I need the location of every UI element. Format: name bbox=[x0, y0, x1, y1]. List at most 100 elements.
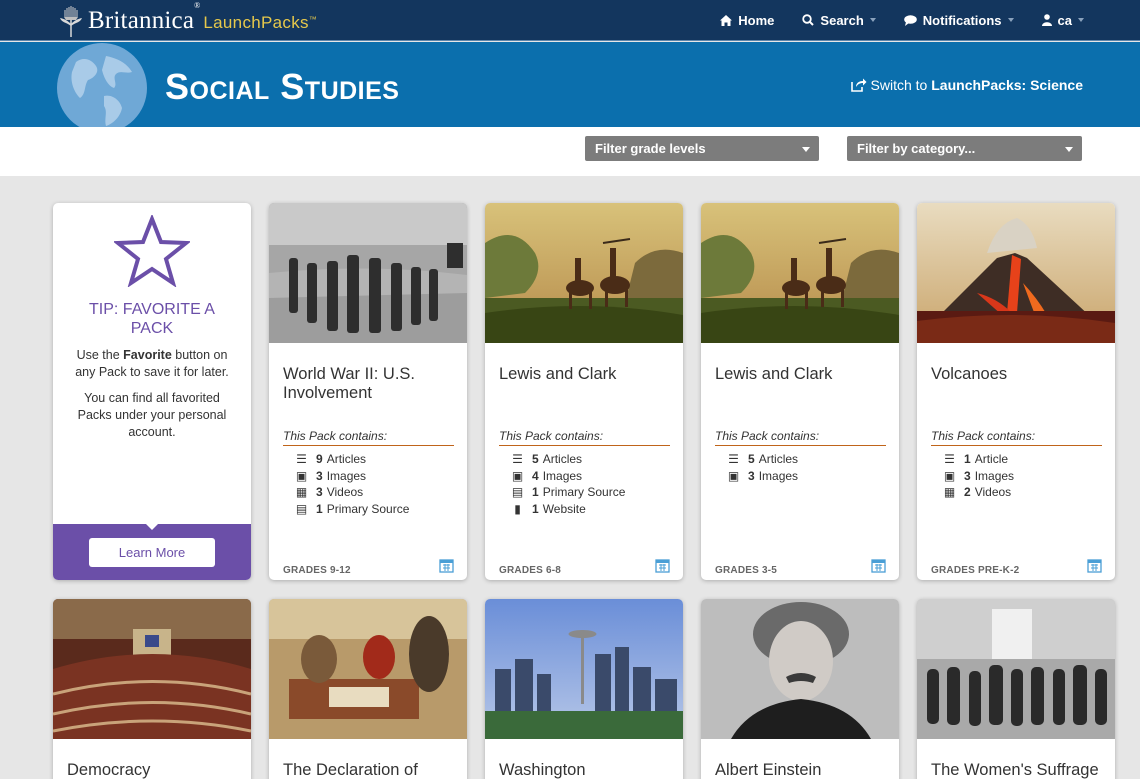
pack-title: Volcanoes bbox=[931, 365, 1008, 383]
user-icon bbox=[1041, 14, 1052, 26]
tip-title: TIP: FAVORITE A PACK bbox=[89, 301, 215, 337]
list-icon: ☰ bbox=[944, 452, 955, 466]
pack-title: Washington bbox=[499, 761, 586, 779]
pack-card-einstein[interactable]: Albert Einstein bbox=[701, 599, 899, 779]
pack-title: World War II: U.S. Involvement bbox=[283, 365, 416, 402]
nav-links: Home Search Notifications ca bbox=[692, 0, 1084, 40]
list-item: ☰ 9 Articles bbox=[296, 452, 367, 466]
image-icon: ▣ bbox=[295, 468, 308, 483]
tip-footer: Learn More bbox=[53, 524, 251, 580]
nav-search[interactable]: Search bbox=[802, 12, 876, 28]
nav-notifications-label: Notifications bbox=[922, 12, 1002, 28]
list-icon: ☰ bbox=[296, 452, 307, 466]
pack-card-democracy[interactable]: Democracy bbox=[53, 599, 251, 779]
pack-card-womens-suffrage[interactable]: The Women's Suffrage bbox=[917, 599, 1115, 779]
pack-title: Democracy bbox=[67, 761, 151, 779]
grade-level-badge: GRADES PRE-K-2 bbox=[931, 565, 1020, 576]
film-icon: ▦ bbox=[943, 485, 956, 499]
list-item: ☰ 1 Article bbox=[944, 452, 1009, 466]
britannica-logo[interactable]: Britannica® LaunchPacks™ bbox=[56, 1, 318, 39]
document-icon: ▤ bbox=[295, 501, 308, 516]
chevron-down-icon bbox=[1065, 147, 1073, 152]
pack-contents-list: ☰ 5 Articles ▣ 3 Images bbox=[728, 451, 888, 484]
chevron-down-icon bbox=[802, 147, 810, 152]
image-icon: ▣ bbox=[511, 468, 524, 483]
page-title: Social Studies bbox=[165, 66, 400, 107]
pack-card-declaration[interactable]: The Declaration of bbox=[269, 599, 467, 779]
pack-contents-list: ☰ 9 Articles ▣ 3 Images ▦ 3 Videos ▤ 1 Primary S… bbox=[296, 451, 456, 517]
pack-card-volcanoes[interactable]: Volcanoes This Pack contains: ☰ 1 Article … bbox=[917, 203, 1115, 580]
chevron-down-icon bbox=[869, 18, 876, 22]
calendar-icon[interactable] bbox=[871, 558, 886, 573]
nav-notifications[interactable]: Notifications bbox=[903, 12, 1014, 28]
wwii-photo bbox=[269, 203, 467, 343]
globe-icon bbox=[57, 43, 147, 127]
search-icon bbox=[802, 14, 815, 26]
pack-title: The Women's Suffrage bbox=[931, 761, 1099, 779]
pack-card-washington[interactable]: Washington bbox=[485, 599, 683, 779]
brand-product: LaunchPacks™ bbox=[203, 13, 318, 32]
list-item: ▦ 3 Videos bbox=[295, 485, 364, 499]
list-item: ▤ 1 Primary Source bbox=[511, 485, 626, 499]
seattle-skyline-photo bbox=[485, 599, 683, 739]
tip-notch bbox=[145, 523, 159, 530]
grade-level-badge: GRADES 9-12 bbox=[283, 565, 351, 576]
nav-home-label: Home bbox=[738, 12, 775, 28]
calendar-icon[interactable] bbox=[439, 558, 454, 573]
einstein-portrait-photo bbox=[701, 599, 899, 739]
pack-title: Lewis and Clark bbox=[499, 365, 617, 383]
pack-contains-label: This Pack contains: bbox=[715, 429, 886, 446]
star-icon bbox=[114, 215, 190, 287]
brand-name: Britannica® bbox=[88, 1, 201, 34]
lewis-clark-painting bbox=[485, 203, 683, 343]
list-item: ▮ 1 Website bbox=[512, 501, 672, 518]
pack-card-wwii[interactable]: World War II: U.S. Involvement This Pack… bbox=[269, 203, 467, 580]
pack-title: Albert Einstein bbox=[715, 761, 822, 779]
pack-contents-list: ☰ 1 Article ▣ 3 Images ▦ 2 Videos bbox=[944, 451, 1104, 501]
nav-user-label: ca bbox=[1057, 12, 1072, 28]
congress-chamber-photo bbox=[53, 599, 251, 739]
nav-home[interactable]: Home bbox=[720, 13, 774, 28]
pack-title: Lewis and Clark bbox=[715, 365, 833, 383]
category-filter-select[interactable]: Filter by category... bbox=[847, 136, 1082, 161]
pack-card-lewis-clark-6-8[interactable]: Lewis and Clark This Pack contains: ☰ 5 Ar… bbox=[485, 203, 683, 580]
top-navbar: Britannica® LaunchPacks™ Home Search Not… bbox=[0, 0, 1140, 41]
image-icon: ▣ bbox=[943, 468, 956, 483]
list-item: ☰ 5 Articles bbox=[512, 452, 583, 466]
grade-filter-select[interactable]: Filter grade levels bbox=[585, 136, 819, 161]
nav-user-menu[interactable]: ca bbox=[1041, 12, 1084, 28]
tip-card: TIP: FAVORITE A PACK Use the Favorite bu… bbox=[53, 203, 251, 580]
list-item: ☰ 5 Articles bbox=[728, 452, 799, 466]
volcano-illustration bbox=[917, 203, 1115, 343]
lewis-clark-painting bbox=[701, 203, 899, 343]
grade-level-badge: GRADES 3-5 bbox=[715, 565, 778, 576]
external-link-icon bbox=[850, 78, 867, 92]
pack-card-lewis-clark-3-5[interactable]: Lewis and Clark This Pack contains: ☰ 5 Ar… bbox=[701, 203, 899, 580]
grade-filter-label: Filter grade levels bbox=[595, 141, 706, 156]
chevron-down-icon bbox=[1078, 18, 1084, 22]
learn-more-button[interactable]: Learn More bbox=[89, 538, 215, 567]
switch-target: LaunchPacks: Science bbox=[931, 77, 1083, 93]
image-icon: ▣ bbox=[727, 468, 740, 483]
list-item: ▤ 1 Primary Source bbox=[295, 501, 410, 516]
list-item: ▣ 3 Images bbox=[727, 468, 799, 483]
calendar-icon[interactable] bbox=[1087, 558, 1102, 573]
thistle-logo-icon bbox=[60, 6, 82, 37]
home-icon bbox=[720, 14, 733, 26]
grade-level-badge: GRADES 6-8 bbox=[499, 565, 562, 576]
bookmark-icon: ▮ bbox=[514, 501, 521, 516]
pack-title: The Declaration of bbox=[283, 761, 418, 779]
calendar-icon[interactable] bbox=[655, 558, 670, 573]
declaration-painting bbox=[269, 599, 467, 739]
chevron-down-icon bbox=[1007, 18, 1014, 22]
category-filter-label: Filter by category... bbox=[857, 141, 976, 156]
film-icon: ▦ bbox=[295, 485, 308, 499]
switch-subject-link[interactable]: Switch to LaunchPacks: Science bbox=[850, 77, 1083, 93]
suffrage-protest-photo bbox=[917, 599, 1115, 739]
list-item: ▣ 3 Images bbox=[295, 468, 367, 483]
nav-search-label: Search bbox=[820, 12, 864, 28]
list-item: ▣ 4 Images bbox=[511, 468, 583, 483]
list-item: ▣ 3 Images bbox=[943, 468, 1015, 483]
chat-bubble-icon bbox=[903, 14, 917, 26]
subject-banner: Social Studies Switch to LaunchPacks: Sc… bbox=[0, 42, 1140, 127]
